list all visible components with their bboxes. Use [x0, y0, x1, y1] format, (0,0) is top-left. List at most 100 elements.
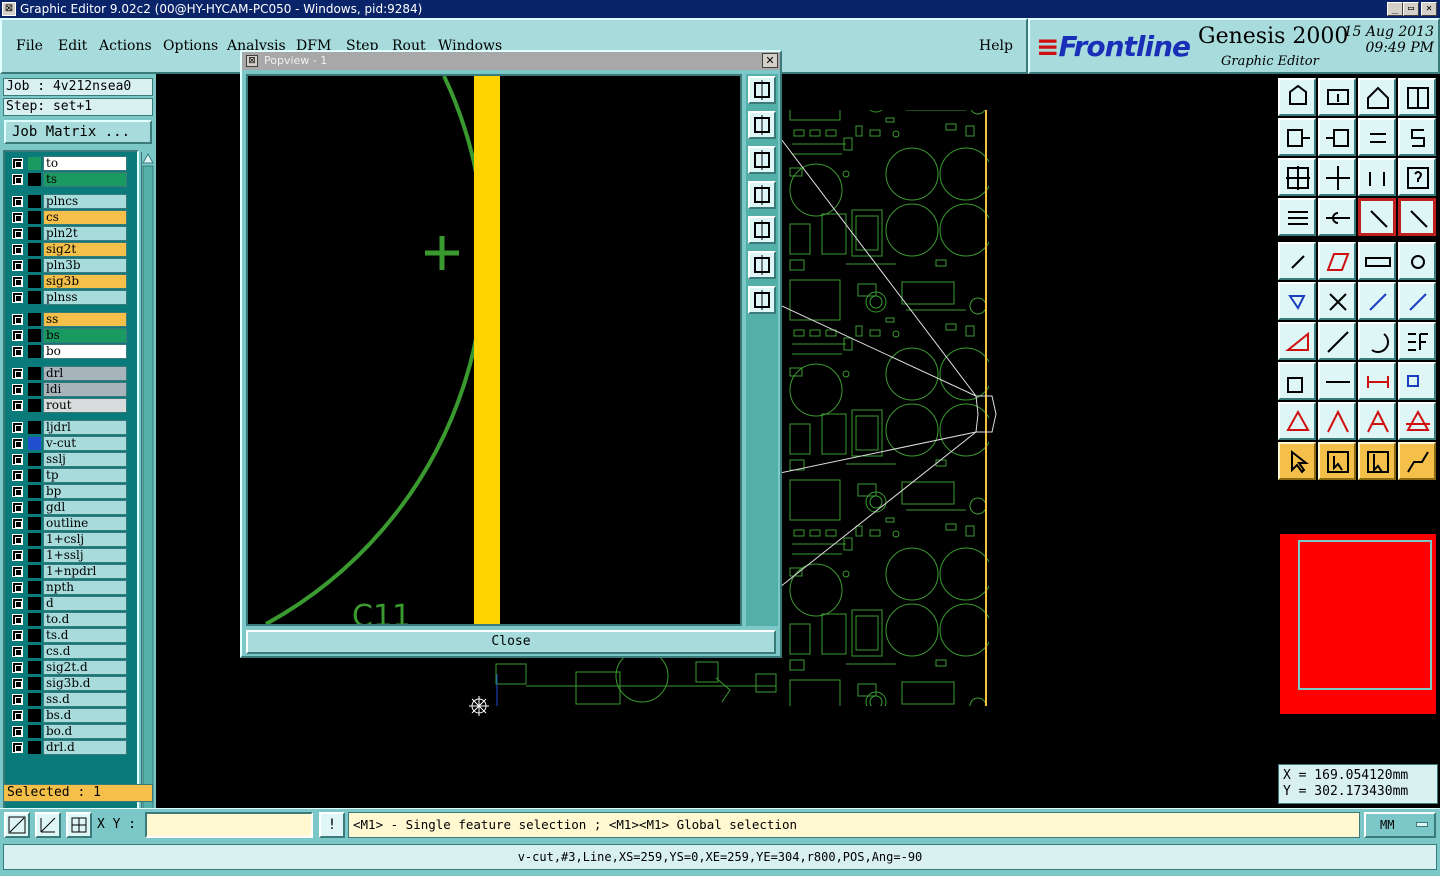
layer-name[interactable]: bo	[43, 344, 127, 359]
layer-color-swatch[interactable]	[28, 597, 41, 610]
layer-name[interactable]: ts	[43, 172, 127, 187]
pop-step-left-icon[interactable]	[748, 181, 776, 209]
layer-checkbox[interactable]	[12, 502, 23, 513]
layer-color-swatch[interactable]	[28, 677, 41, 690]
pop-home-icon[interactable]	[748, 111, 776, 139]
layer-row[interactable]: sig3b.d	[9, 676, 133, 691]
probe-icon[interactable]	[1318, 198, 1356, 236]
pop-step-right-icon[interactable]	[748, 216, 776, 244]
layer-checkbox[interactable]	[12, 330, 23, 341]
layer-checkbox[interactable]	[12, 438, 23, 449]
layer-color-swatch[interactable]	[28, 243, 41, 256]
layer-checkbox[interactable]	[12, 630, 23, 641]
layer-row[interactable]: bs	[9, 328, 133, 343]
layer-name[interactable]: 1+sslj	[43, 548, 127, 563]
home-out-icon[interactable]	[1318, 78, 1356, 116]
layer-row[interactable]: sslj	[9, 452, 133, 467]
menu-options[interactable]: Options	[163, 38, 218, 54]
layer-color-swatch[interactable]	[28, 549, 41, 562]
pointer-box-icon[interactable]	[1318, 442, 1356, 480]
layer-row[interactable]: d	[9, 596, 133, 611]
popview-close-x[interactable]: ✕	[762, 53, 778, 68]
triangle-outline-icon[interactable]	[1318, 402, 1356, 440]
layer-checkbox[interactable]	[12, 646, 23, 657]
layer-color-swatch[interactable]	[28, 227, 41, 240]
layer-row[interactable]: tp	[9, 468, 133, 483]
layer-color-swatch[interactable]	[28, 469, 41, 482]
minimize-button[interactable]: _	[1387, 2, 1403, 16]
pop-home-out-icon[interactable]	[748, 146, 776, 174]
layer-checkbox[interactable]	[12, 368, 23, 379]
maximize-button[interactable]: ▭	[1403, 2, 1419, 16]
popview-title-bar[interactable]: ⊠ Popview - 1 ✕	[242, 52, 780, 70]
pointer-highlight-icon[interactable]	[1358, 442, 1396, 480]
layer-color-swatch[interactable]	[28, 453, 41, 466]
layer-name[interactable]: plncs	[43, 194, 127, 209]
layer-color-swatch[interactable]	[28, 581, 41, 594]
step-left-icon[interactable]	[1278, 118, 1316, 156]
triangle-cut-icon[interactable]	[1398, 402, 1436, 440]
layer-row[interactable]: bo.d	[9, 724, 133, 739]
layer-name[interactable]: ss	[43, 312, 127, 327]
layer-color-swatch[interactable]	[28, 533, 41, 546]
layer-name[interactable]: ts.d	[43, 628, 127, 643]
layer-row[interactable]: ss	[9, 312, 133, 327]
layer-checkbox[interactable]	[12, 196, 23, 207]
popview-close-button[interactable]: Close	[246, 630, 776, 654]
swap-icon[interactable]	[1358, 118, 1396, 156]
layer-name[interactable]: sig2t.d	[43, 660, 127, 675]
layer-name[interactable]: gdl	[43, 500, 127, 515]
layer-color-swatch[interactable]	[28, 613, 41, 626]
layer-checkbox[interactable]	[12, 276, 23, 287]
layer-color-swatch[interactable]	[28, 345, 41, 358]
layer-name[interactable]: plnss	[43, 290, 127, 305]
layer-color-swatch[interactable]	[28, 629, 41, 642]
layer-checkbox[interactable]	[12, 550, 23, 561]
layer-row[interactable]: rout	[9, 398, 133, 413]
layers-red-icon[interactable]	[1358, 198, 1396, 236]
layer-color-swatch[interactable]	[28, 437, 41, 450]
layer-color-swatch[interactable]	[28, 173, 41, 186]
pop-pan-icon[interactable]	[748, 286, 776, 314]
layer-checkbox[interactable]	[12, 598, 23, 609]
dash-icon[interactable]	[1318, 362, 1356, 400]
layer-row[interactable]: to	[9, 156, 133, 171]
layer-name[interactable]: cs	[43, 210, 127, 225]
layer-row[interactable]: plncs	[9, 194, 133, 209]
layer-name[interactable]: sig3b.d	[43, 676, 127, 691]
line-icon[interactable]	[1318, 322, 1356, 360]
layer-row[interactable]: pln3b	[9, 258, 133, 273]
pointer-icon[interactable]	[1278, 442, 1316, 480]
layer-name[interactable]: 1+cslj	[43, 532, 127, 547]
pop-fit-icon[interactable]	[748, 251, 776, 279]
layer-checkbox[interactable]	[12, 454, 23, 465]
menu-help[interactable]: Help	[979, 38, 1013, 54]
layer-row[interactable]: 1+npdrl	[9, 564, 133, 579]
layer-row[interactable]: drl.d	[9, 740, 133, 755]
layer-checkbox[interactable]	[12, 486, 23, 497]
scale-1-2-icon[interactable]	[1358, 158, 1396, 196]
layer-row[interactable]: bs.d	[9, 708, 133, 723]
layer-checkbox[interactable]	[12, 228, 23, 239]
layer-color-swatch[interactable]	[28, 709, 41, 722]
popview-window[interactable]: ⊠ Popview - 1 ✕ C11 Close	[240, 50, 782, 658]
layer-color-swatch[interactable]	[28, 313, 41, 326]
layer-name[interactable]: pln2t	[43, 226, 127, 241]
arc-icon[interactable]	[1358, 322, 1396, 360]
nodes-icon[interactable]	[1278, 282, 1316, 320]
layer-color-swatch[interactable]	[28, 367, 41, 380]
split-window-icon[interactable]	[1398, 78, 1436, 116]
layer-name[interactable]: d	[43, 596, 127, 611]
layer-checkbox[interactable]	[12, 742, 23, 753]
layer-checkbox[interactable]	[12, 518, 23, 529]
text-f-icon[interactable]	[1398, 322, 1436, 360]
house-icon[interactable]	[1358, 78, 1396, 116]
layer-name[interactable]: bs.d	[43, 708, 127, 723]
info-button[interactable]: !	[319, 812, 345, 838]
layer-row[interactable]: ts	[9, 172, 133, 187]
layer-checkbox[interactable]	[12, 422, 23, 433]
snap-diag-icon[interactable]	[4, 812, 30, 838]
menu-actions[interactable]: Actions	[99, 38, 152, 54]
layer-checkbox[interactable]	[12, 314, 23, 325]
ruler-icon[interactable]	[1358, 242, 1396, 280]
